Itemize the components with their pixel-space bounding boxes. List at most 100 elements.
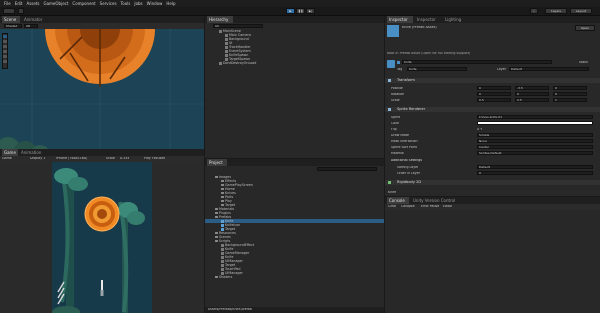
- move-tool-icon[interactable]: [3, 40, 7, 43]
- sprite-field[interactable]: knives-knife-01: [477, 115, 593, 119]
- scale-label: Scale: [106, 157, 115, 160]
- menu-assets[interactable]: Assets: [26, 0, 39, 7]
- resolution-dropdown[interactable]: iPhone (768x1160): [56, 157, 87, 160]
- menu-bar: File Edit Assets GameObject Component Service…: [0, 0, 600, 7]
- tag-dropdown[interactable]: Knife: [407, 67, 467, 71]
- scale-z-field[interactable]: 1: [553, 98, 587, 102]
- menu-help[interactable]: Help: [166, 0, 175, 7]
- tab-console[interactable]: Console: [387, 197, 409, 204]
- menu-window[interactable]: Window: [147, 0, 163, 7]
- tab-version-control[interactable]: Unity Version Control: [411, 197, 461, 204]
- scale-tool-icon[interactable]: [3, 50, 7, 53]
- flip-label: Flip: [391, 128, 397, 131]
- active-checkbox[interactable]: [397, 61, 400, 64]
- tab-game[interactable]: Game: [2, 149, 18, 156]
- layout-dropdown[interactable]: Layout: [570, 8, 592, 14]
- order-in-layer-field[interactable]: 0: [477, 171, 593, 175]
- tab-animator[interactable]: Animator: [22, 16, 44, 23]
- menu-component[interactable]: Component: [72, 0, 95, 7]
- step-button[interactable]: ▶|: [306, 8, 315, 14]
- menu-tools[interactable]: Tools: [121, 0, 131, 7]
- shading-dropdown[interactable]: Shaded: [4, 24, 22, 28]
- menu-file[interactable]: File: [4, 0, 11, 7]
- sort-point-dropdown[interactable]: Center: [477, 145, 593, 149]
- position-x-field[interactable]: 0: [477, 86, 511, 90]
- color-swatch[interactable]: [477, 121, 593, 125]
- rect-tool-icon[interactable]: [3, 55, 7, 58]
- pause-button[interactable]: ❚❚: [296, 8, 305, 14]
- cloud-icon[interactable]: [18, 8, 24, 14]
- editor-dropdown[interactable]: Editor: [443, 205, 452, 208]
- menu-services[interactable]: Services: [100, 0, 117, 7]
- transform-tool-icon[interactable]: [3, 60, 7, 63]
- collapse-button[interactable]: Collapse: [401, 205, 415, 208]
- rigidbody-header[interactable]: Rigidbody 2D: [385, 180, 600, 185]
- tab-animation[interactable]: Animation: [19, 149, 45, 156]
- play-button[interactable]: ▶: [286, 8, 295, 14]
- view-mode-dropdown[interactable]: 2D: [24, 24, 38, 28]
- tab-hierarchy[interactable]: Hierarchy: [207, 16, 233, 23]
- rotation-x-field[interactable]: 0: [477, 92, 511, 96]
- scene-panel: Scene Animator Shaded 2D: [0, 16, 204, 158]
- clear-button[interactable]: Clear: [388, 205, 396, 208]
- folder-shaders[interactable]: Shaders: [215, 275, 232, 279]
- tab-project[interactable]: Project: [207, 159, 227, 166]
- menu-gameobject[interactable]: GameObject: [43, 0, 68, 7]
- tab-scene[interactable]: Scene: [2, 16, 20, 23]
- sorting-layer-dropdown[interactable]: Default: [477, 165, 593, 169]
- draw-mode-label: Draw Mode: [391, 134, 410, 137]
- game-display-dropdown[interactable]: Game: [2, 157, 12, 160]
- scale-x-field[interactable]: 0.5: [477, 98, 511, 102]
- sprite-renderer-header[interactable]: Sprite Renderer: [385, 107, 600, 112]
- hierarchy-item-dontdestroy[interactable]: DontDestroyOnLoad: [219, 61, 256, 65]
- menu-edit[interactable]: Edit: [15, 0, 23, 7]
- static-toggle[interactable]: Static: [579, 61, 588, 64]
- scale-label: Scale: [391, 99, 400, 102]
- tab-inspector[interactable]: Inspector: [387, 16, 413, 23]
- folder-icon: [215, 211, 218, 215]
- folder-icon: [221, 195, 224, 199]
- layers-dropdown[interactable]: Layers: [545, 8, 567, 14]
- forest-background: [52, 168, 145, 313]
- folder-icon: [221, 187, 224, 191]
- unity-scene-icon: [219, 61, 222, 65]
- material-field[interactable]: Sprites-Default: [477, 151, 593, 155]
- play-focus-dropdown[interactable]: Play Focused: [144, 157, 165, 160]
- rotation-y-field[interactable]: 0: [515, 92, 549, 96]
- transform-icon: [388, 79, 391, 82]
- draw-mode-dropdown[interactable]: Simple: [477, 133, 593, 137]
- scale-y-field[interactable]: 0.5: [515, 98, 549, 102]
- rotate-tool-icon[interactable]: [3, 45, 7, 48]
- rotation-z-field[interactable]: 0: [553, 92, 587, 96]
- tag-label: Tag: [397, 68, 403, 71]
- layer-dropdown[interactable]: Default: [509, 67, 589, 71]
- additional-settings-foldout[interactable]: Additional Settings: [391, 159, 422, 162]
- open-prefab-button[interactable]: Open: [575, 25, 595, 31]
- mask-interaction-dropdown[interactable]: None: [477, 139, 593, 143]
- position-y-field[interactable]: -3.5: [515, 86, 549, 90]
- scale-slider[interactable]: 0.35x: [120, 157, 129, 160]
- game-screen[interactable]: [52, 162, 152, 313]
- folder-icon: [215, 231, 218, 235]
- unity-scene-icon: [219, 29, 222, 33]
- object-name-field[interactable]: Knife: [402, 60, 552, 64]
- folder-icon: [215, 215, 218, 219]
- display-dropdown[interactable]: Display 1: [30, 157, 45, 160]
- tab-inspector-2[interactable]: Inspector: [415, 16, 441, 23]
- inspector-footer-name: Knife: [388, 191, 397, 194]
- account-button[interactable]: [3, 8, 15, 14]
- tab-lighting[interactable]: Lighting: [443, 16, 467, 23]
- menu-jobs[interactable]: Jobs: [134, 0, 142, 7]
- search-icon[interactable]: ⌕: [530, 8, 538, 14]
- folder-icon: [215, 175, 218, 179]
- project-search-input[interactable]: [317, 167, 377, 171]
- error-pause-button[interactable]: Error Pause: [421, 205, 439, 208]
- flip-toggles[interactable]: X Y: [477, 128, 482, 131]
- scene-viewport[interactable]: [0, 29, 204, 158]
- hierarchy-search-input[interactable]: All: [213, 24, 263, 28]
- game-tabbar: Game Animation: [0, 149, 204, 156]
- project-panel: Project Images Effects GamePlayScreen Ho…: [205, 159, 384, 313]
- hand-tool-icon[interactable]: [3, 35, 7, 38]
- position-z-field[interactable]: 0: [553, 86, 587, 90]
- transform-header[interactable]: Transform: [385, 78, 600, 83]
